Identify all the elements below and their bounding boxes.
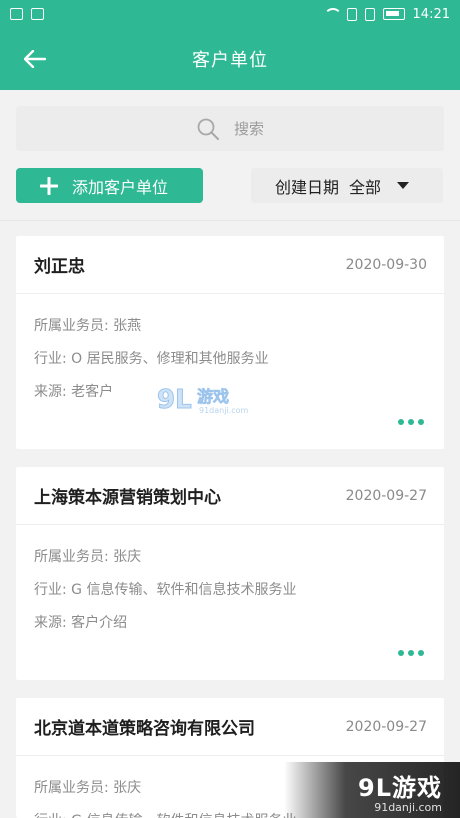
customer-card[interactable]: 上海策本源营销策划中心 2020-09-27 所属业务员: 张庆 行业: G 信… — [16, 467, 444, 680]
more-options-button[interactable] — [398, 419, 424, 425]
svg-text:游戏: 游戏 — [197, 387, 229, 406]
date-filter-dropdown[interactable]: 创建日期 全部 — [251, 168, 443, 203]
dot — [418, 650, 424, 656]
created-date: 2020-09-27 — [345, 487, 427, 504]
watermark-logo: 9L 游戏 91danji.com — [155, 380, 255, 418]
chevron-down-icon — [397, 182, 410, 189]
sim-icon — [364, 7, 375, 21]
salesperson-text: 所属业务员: 张燕 — [34, 318, 142, 334]
app-bar: 客户单位 — [0, 28, 460, 90]
watermark-brand: 9L游戏 — [358, 774, 442, 802]
search-icon — [197, 118, 219, 140]
sim-icon — [346, 7, 357, 21]
customer-name: 上海策本源营销策划中心 — [34, 488, 221, 508]
customer-name: 北京道本道策略咨询有限公司 — [34, 719, 255, 739]
search-input[interactable]: 搜索 — [16, 106, 444, 151]
svg-text:9L: 9L — [157, 385, 192, 415]
plus-icon — [40, 176, 58, 195]
more-options-button[interactable] — [398, 650, 424, 656]
watermark-site: 91danji.com — [374, 801, 442, 814]
industry-text: 行业: G 信息传输、软件和信息技术服务业 — [34, 582, 297, 598]
battery-icon — [382, 8, 405, 20]
dot — [418, 419, 424, 425]
back-button[interactable] — [18, 42, 52, 76]
source-text: 来源: 客户介绍 — [34, 615, 128, 631]
filter-value: 全部 — [349, 177, 382, 197]
watermark-corner: 9L游戏 91danji.com — [284, 762, 460, 818]
dot — [408, 419, 414, 425]
status-time: 14:21 — [412, 6, 450, 22]
image-icon — [31, 8, 44, 20]
arrow-left-icon — [24, 50, 46, 68]
dot — [398, 419, 404, 425]
salesperson-text: 所属业务员: 张庆 — [34, 549, 142, 565]
dot — [408, 650, 414, 656]
filter-label: 创建日期 — [275, 177, 340, 197]
customer-name: 刘正忠 — [34, 257, 85, 277]
page-title: 客户单位 — [192, 50, 268, 71]
search-placeholder: 搜索 — [233, 120, 264, 138]
dot — [398, 650, 404, 656]
wifi-icon — [323, 8, 342, 20]
add-customer-label: 添加客户单位 — [72, 177, 169, 197]
industry-text: 行业: O 居民服务、修理和其他服务业 — [34, 351, 269, 367]
trash-icon — [10, 8, 23, 20]
created-date: 2020-09-27 — [345, 718, 427, 735]
status-bar: 14:21 — [0, 0, 460, 28]
svg-text:91danji.com: 91danji.com — [199, 406, 249, 415]
add-customer-button[interactable]: 添加客户单位 — [16, 168, 203, 203]
divider — [0, 220, 460, 221]
created-date: 2020-09-30 — [345, 256, 427, 273]
